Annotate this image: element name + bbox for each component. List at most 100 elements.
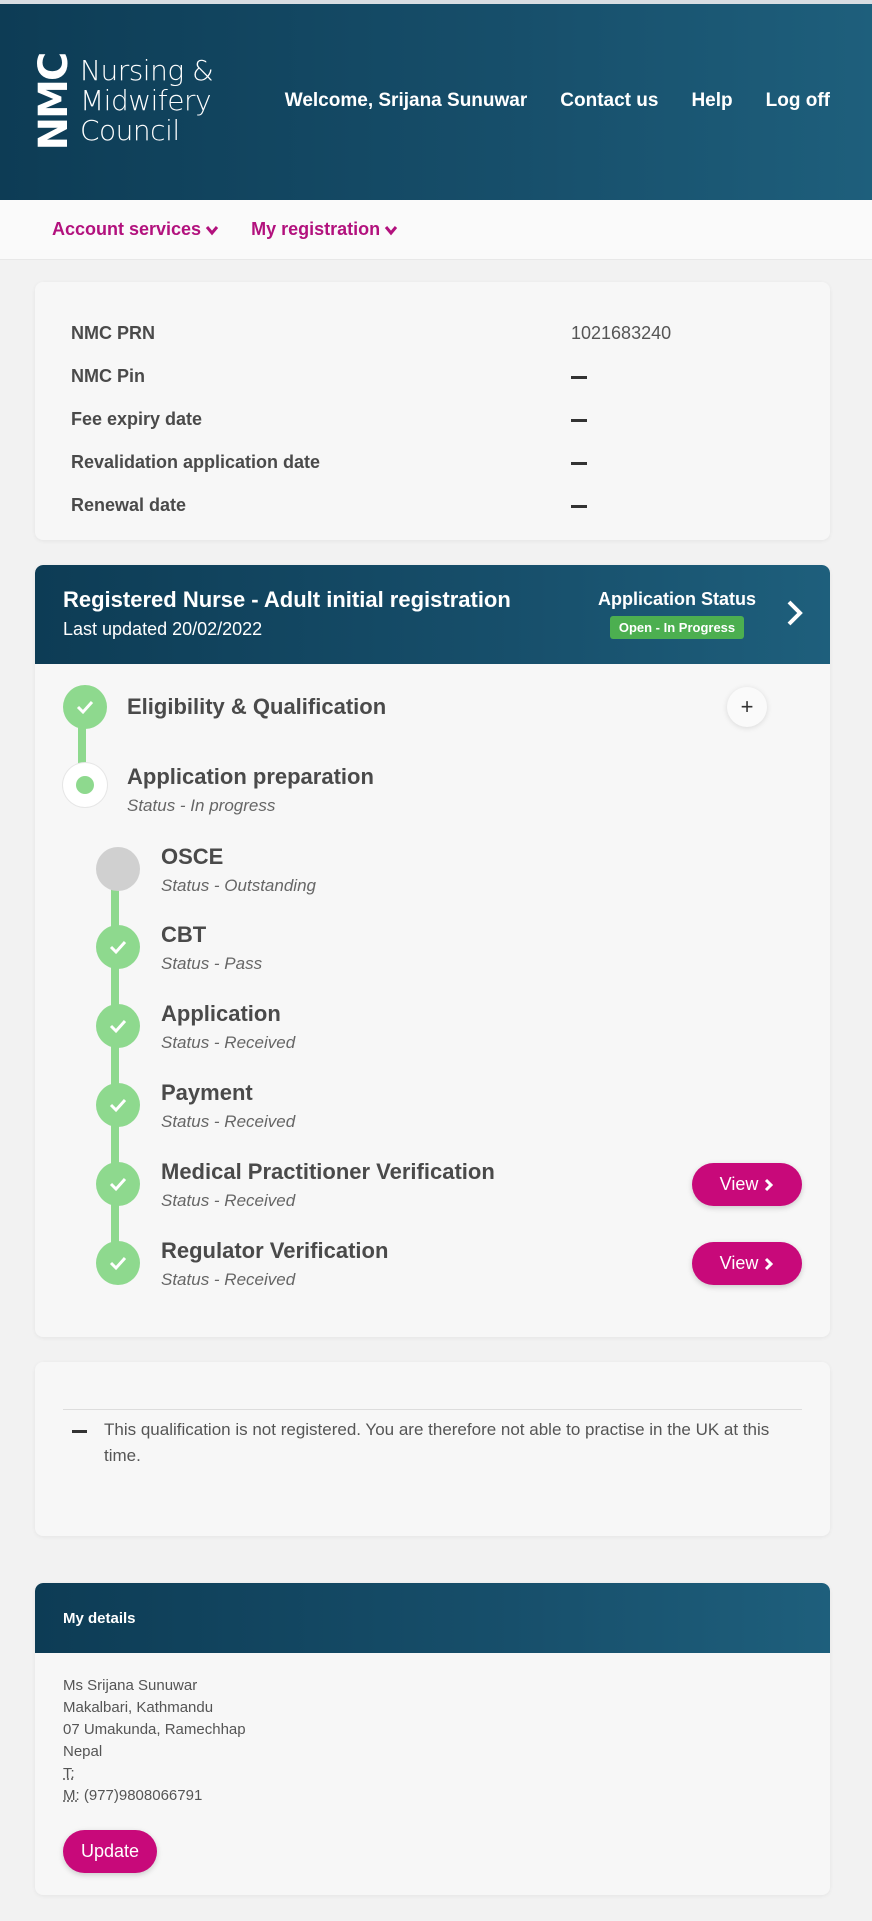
my-registration-menu[interactable]: My registration <box>251 219 398 240</box>
application-progress-card: Registered Nurse - Adult initial registr… <box>35 565 830 1337</box>
chevron-right-icon <box>765 1257 774 1270</box>
welcome-link[interactable]: Welcome, Srijana Sunuwar <box>285 90 528 112</box>
view-medical-verification-button[interactable]: View <box>692 1163 802 1206</box>
summary-label: NMC Pin <box>71 366 145 386</box>
log-off-link[interactable]: Log off <box>766 90 830 112</box>
mobile-row: M: (977)9808066791 <box>63 1785 246 1807</box>
step-complete-icon <box>63 685 107 729</box>
check-icon <box>109 1177 127 1192</box>
qualification-notice-text: This qualification is not registered. Yo… <box>104 1420 770 1465</box>
substep-title: Application <box>161 1001 281 1026</box>
status-badge: Open - In Progress <box>609 616 745 639</box>
step-title: Eligibility & Qualification <box>127 694 387 719</box>
dash-icon <box>571 461 587 465</box>
registration-summary-card: NMC PRN 1021683240 NMC Pin Fee expiry da… <box>35 282 830 540</box>
substep-status: Status - Received <box>161 1112 296 1131</box>
minus-icon <box>72 1430 87 1433</box>
qualification-notice-card: This qualification is not registered. Yo… <box>35 1362 830 1536</box>
site-header: NMC Nursing & Midwifery Council Welcome,… <box>0 4 872 200</box>
view-button-label: View <box>719 1253 759 1273</box>
dash-icon <box>571 418 587 422</box>
substep-status: Status - Received <box>161 1270 296 1289</box>
summary-label: Fee expiry date <box>71 409 203 429</box>
step-complete-icon <box>96 1241 140 1285</box>
my-registration-label: My registration <box>251 219 381 239</box>
dash-icon <box>571 375 587 379</box>
summary-label: Renewal date <box>71 495 187 515</box>
divider <box>63 1409 802 1410</box>
summary-value: 1021683240 <box>571 323 672 343</box>
logo-line: Council <box>80 114 180 147</box>
chevron-right-icon[interactable] <box>786 599 804 627</box>
summary-label: Revalidation application date <box>71 452 321 472</box>
view-regulator-verification-button[interactable]: View <box>692 1242 802 1285</box>
sub-nav: Account services My registration <box>0 200 872 260</box>
summary-value-empty <box>571 452 587 473</box>
check-icon <box>109 1256 127 1271</box>
mobile-number: (977)9808066791 <box>83 1787 203 1804</box>
step-title: Application preparation <box>127 764 374 789</box>
step-pending-icon <box>96 847 140 891</box>
chevron-down-icon <box>205 225 219 235</box>
check-icon <box>76 700 94 715</box>
account-services-menu[interactable]: Account services <box>52 219 219 240</box>
substep-status: Status - Received <box>161 1191 296 1210</box>
substep-title: Payment <box>161 1080 253 1105</box>
account-services-label: Account services <box>52 219 202 239</box>
check-icon <box>109 940 127 955</box>
telephone-label: T: <box>63 1765 75 1782</box>
summary-row: Revalidation application date <box>71 441 794 484</box>
substep-status: Status - Received <box>161 1033 296 1052</box>
contact-address: Ms Srijana Sunuwar Makalbari, Kathmandu … <box>63 1675 246 1807</box>
summary-value-empty <box>571 409 587 430</box>
expand-button[interactable]: + <box>727 687 767 727</box>
nmc-logo[interactable]: NMC Nursing & Midwifery Council <box>31 54 214 151</box>
application-status: Application Status Open - In Progress <box>598 589 756 639</box>
top-nav: Welcome, Srijana Sunuwar Contact us Help… <box>285 90 830 112</box>
check-icon <box>109 1098 127 1113</box>
chevron-right-icon <box>765 1178 774 1191</box>
summary-row: NMC Pin <box>71 355 794 398</box>
view-button-label: View <box>719 1174 759 1194</box>
logo-mark: NMC <box>31 54 77 151</box>
address-country: Nepal <box>63 1743 103 1760</box>
summary-row: NMC PRN 1021683240 <box>71 312 794 355</box>
step-complete-icon <box>96 1083 140 1127</box>
logo-line: Midwifery <box>80 84 212 117</box>
step-complete-icon <box>96 925 140 969</box>
substep-title: Regulator Verification <box>161 1238 389 1263</box>
mobile-label: M: <box>63 1787 80 1804</box>
step-status: Status - In progress <box>127 796 276 815</box>
check-icon <box>109 1019 127 1034</box>
dash-icon <box>571 504 587 508</box>
logo-mark-text: NMC <box>31 53 77 151</box>
address-line: Makalbari, Kathmandu <box>63 1699 214 1716</box>
help-link[interactable]: Help <box>691 90 732 112</box>
address-line: 07 Umakunda, Ramechhap <box>63 1721 246 1738</box>
summary-value-empty <box>571 366 587 387</box>
chevron-down-icon <box>384 225 398 235</box>
summary-row: Renewal date <box>71 484 794 527</box>
last-updated: Last updated 20/02/2022 <box>63 619 263 639</box>
substep-status: Status - Outstanding <box>161 876 316 895</box>
my-details-card: My details Ms Srijana Sunuwar Makalbari,… <box>35 1583 830 1895</box>
step-complete-icon <box>96 1162 140 1206</box>
telephone-row: T: <box>63 1763 246 1785</box>
contact-us-link[interactable]: Contact us <box>560 90 658 112</box>
summary-value-empty <box>571 495 587 516</box>
substep-status: Status - Pass <box>161 954 263 973</box>
my-details-heading: My details <box>35 1583 830 1653</box>
summary-row: Fee expiry date <box>71 398 794 441</box>
application-title: Registered Nurse - Adult initial registr… <box>63 587 511 612</box>
logo-wordmark: Nursing & Midwifery Council <box>80 54 214 147</box>
summary-label: NMC PRN <box>71 323 155 343</box>
update-details-button[interactable]: Update <box>63 1830 157 1873</box>
current-dot-icon <box>76 776 94 794</box>
application-status-label: Application Status <box>597 589 756 609</box>
contact-name: Ms Srijana Sunuwar <box>63 1677 198 1694</box>
step-complete-icon <box>96 1004 140 1048</box>
logo-line: Nursing & <box>80 54 214 87</box>
application-header[interactable]: Registered Nurse - Adult initial registr… <box>35 565 830 664</box>
substep-title: CBT <box>161 922 207 947</box>
substep-title: Medical Practitioner Verification <box>161 1159 495 1184</box>
